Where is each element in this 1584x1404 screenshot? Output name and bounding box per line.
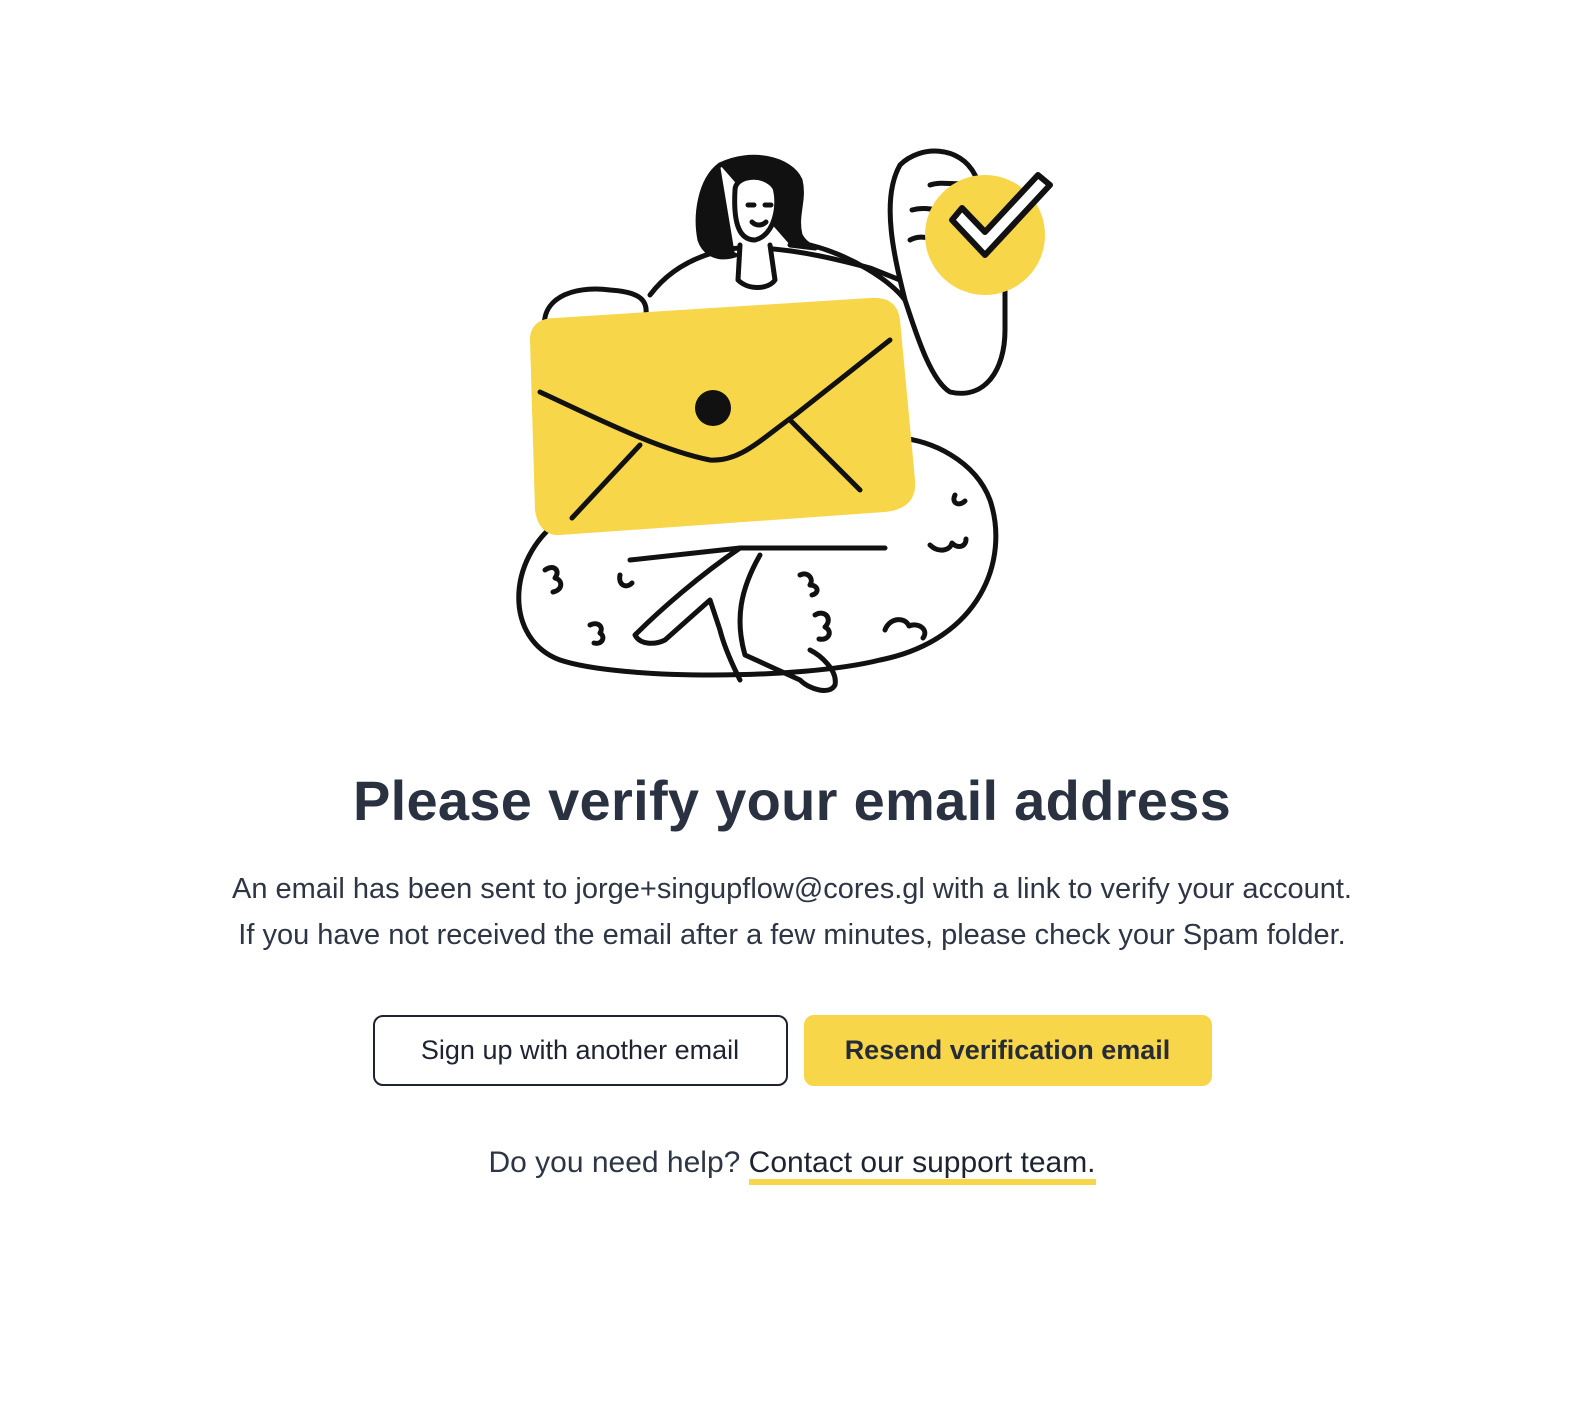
message-line-1: An email has been sent to jorge+singupfl…	[232, 873, 1352, 905]
page-title: Please verify your email address	[352, 769, 1232, 832]
resend-verification-email-button[interactable]: Resend verification email	[803, 1015, 1212, 1086]
sign-up-another-email-button[interactable]: Sign up with another email	[372, 1015, 788, 1086]
message-line-2: If you have not received the email after…	[238, 919, 1346, 951]
help-section: Do you need help? Contact our support te…	[0, 1146, 1584, 1185]
help-prompt: Do you need help?	[488, 1146, 741, 1179]
verification-message: An email has been sent to jorge+singupfl…	[0, 866, 1584, 958]
contact-support-link[interactable]: Contact our support team.	[748, 1146, 1096, 1185]
person-holding-envelope-illustration	[516, 148, 1053, 693]
action-buttons: Sign up with another email Resend verifi…	[0, 1015, 1584, 1086]
verify-email-page: Please verify your email address An emai…	[0, 0, 1584, 1404]
